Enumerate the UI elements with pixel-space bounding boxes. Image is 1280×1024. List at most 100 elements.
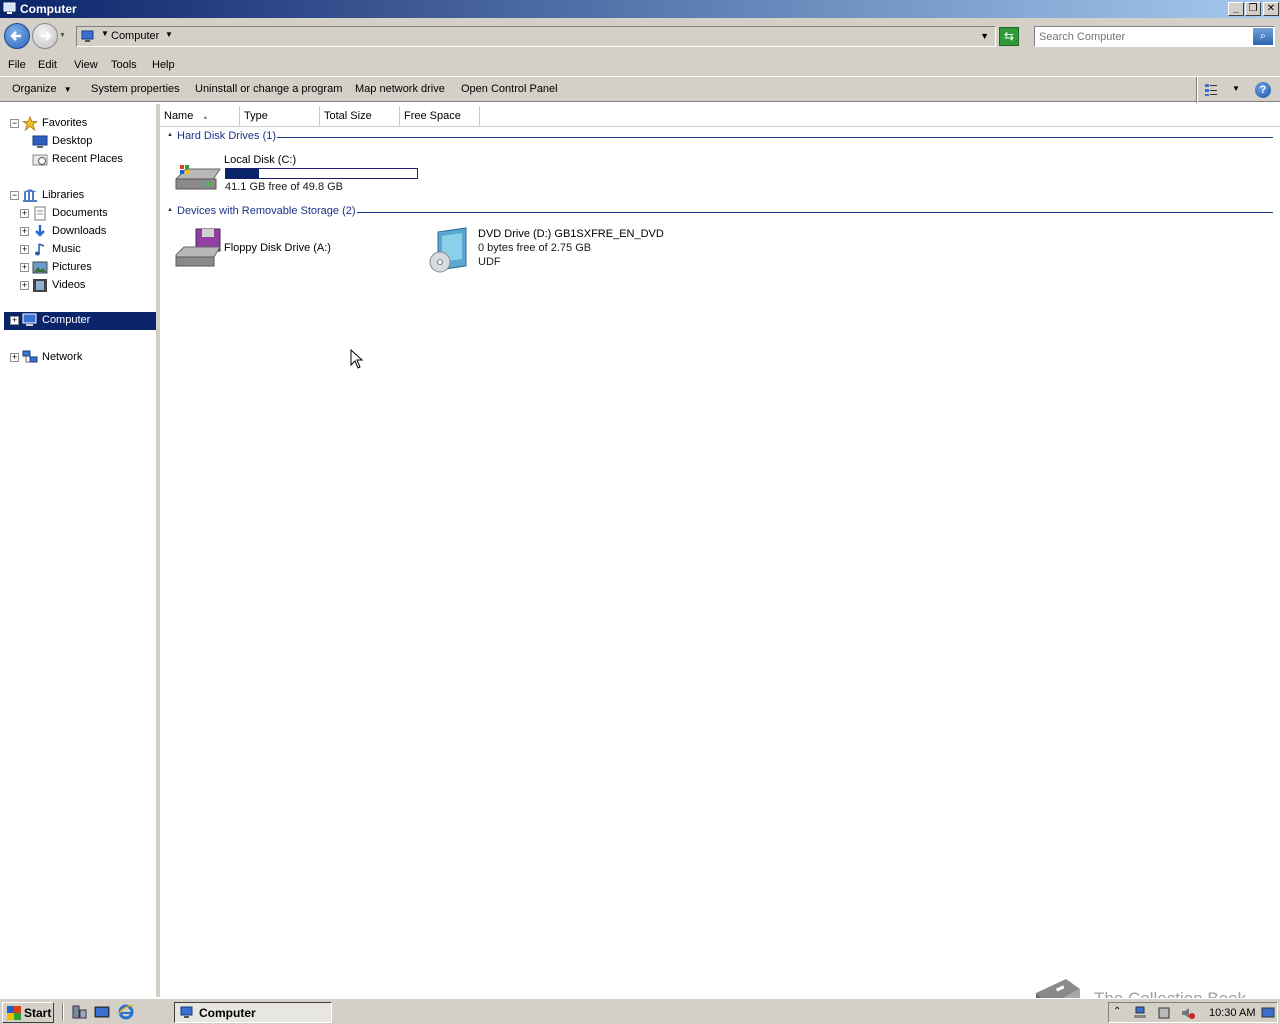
help-icon[interactable]: ? bbox=[1255, 82, 1271, 98]
nav-libraries-label: Libraries bbox=[42, 189, 85, 201]
change-view-icon[interactable] bbox=[1204, 83, 1218, 97]
server-manager-icon[interactable] bbox=[71, 1004, 87, 1020]
drive-dvd-d[interactable]: DVD Drive (D:) GB1SXFRE_EN_DVD 0 bytes f… bbox=[428, 224, 688, 274]
organize-button[interactable]: Organize ▼ bbox=[12, 83, 72, 95]
collapse-icon[interactable]: − bbox=[10, 191, 19, 200]
menu-edit[interactable]: Edit bbox=[38, 59, 57, 71]
nav-pictures[interactable]: + Pictures bbox=[0, 259, 157, 277]
group-hard-disk-drives[interactable]: ▲ Hard Disk Drives (1) bbox=[167, 130, 1273, 144]
action-center-icon[interactable] bbox=[1157, 1006, 1171, 1020]
group-removable-storage[interactable]: ▲ Devices with Removable Storage (2) bbox=[167, 205, 1273, 219]
menu-bar: File Edit View Tools Help bbox=[0, 56, 1280, 76]
nav-recent-places[interactable]: Recent Places bbox=[0, 151, 157, 169]
breadcrumb-computer[interactable]: Computer bbox=[111, 30, 159, 42]
taskbar-divider bbox=[62, 1003, 64, 1021]
forward-button[interactable] bbox=[32, 23, 58, 49]
refresh-button[interactable]: ⇆ bbox=[999, 27, 1019, 46]
pictures-icon bbox=[32, 261, 48, 274]
breadcrumb-dropdown-icon[interactable]: ▼ bbox=[165, 30, 173, 39]
search-box[interactable]: ⌕ bbox=[1034, 26, 1275, 47]
close-button[interactable]: ✕ bbox=[1263, 2, 1279, 16]
back-button[interactable] bbox=[4, 23, 30, 49]
search-input[interactable] bbox=[1039, 29, 1249, 44]
computer-icon bbox=[22, 313, 37, 326]
drive-c-free-space: 41.1 GB free of 49.8 GB bbox=[225, 181, 344, 193]
drive-c-usage-bar bbox=[225, 168, 418, 179]
toolbar-divider bbox=[1196, 77, 1198, 103]
restore-button[interactable]: ❐ bbox=[1245, 2, 1261, 16]
recent-pages-dropdown-icon[interactable]: ▼ bbox=[59, 32, 66, 39]
drive-d-filesystem: UDF bbox=[478, 256, 501, 268]
volume-muted-icon[interactable] bbox=[1181, 1006, 1195, 1020]
start-label: Start bbox=[24, 1006, 52, 1020]
nav-music[interactable]: + Music bbox=[0, 241, 157, 259]
column-header-name[interactable]: Name ▲ bbox=[160, 106, 240, 127]
collapse-group-icon[interactable]: ▲ bbox=[167, 207, 173, 213]
expand-icon[interactable]: + bbox=[10, 316, 19, 325]
nav-libraries[interactable]: − Libraries bbox=[0, 187, 157, 205]
group-hdd-label: Hard Disk Drives (1) bbox=[177, 130, 277, 142]
nav-videos-label: Videos bbox=[52, 279, 86, 291]
libraries-icon bbox=[23, 189, 37, 202]
recent-places-icon bbox=[32, 154, 48, 166]
column-header-total-size[interactable]: Total Size bbox=[320, 106, 400, 127]
drive-local-disk-c[interactable]: Local Disk (C:) 41.1 GB free of 49.8 GB bbox=[174, 152, 424, 194]
view-options-dropdown-icon[interactable]: ▼ bbox=[1232, 84, 1240, 93]
address-bar[interactable]: ▼ Computer ▼ ▼ bbox=[76, 26, 996, 47]
nav-favorites-label: Favorites bbox=[42, 117, 88, 129]
search-button[interactable]: ⌕ bbox=[1253, 28, 1273, 45]
expand-icon[interactable]: + bbox=[20, 263, 29, 272]
system-properties-button[interactable]: System properties bbox=[91, 83, 180, 95]
nav-computer[interactable]: + Computer bbox=[4, 312, 156, 330]
title-bar: Computer _ ❐ ✕ bbox=[0, 0, 1280, 18]
command-prompt-icon[interactable] bbox=[94, 1004, 110, 1020]
expand-icon[interactable]: + bbox=[20, 245, 29, 254]
show-hidden-icons-icon[interactable]: ⌃ bbox=[1113, 1006, 1127, 1020]
minimize-button[interactable]: _ bbox=[1228, 2, 1244, 16]
expand-icon[interactable]: + bbox=[20, 209, 29, 218]
organize-label: Organize bbox=[12, 83, 57, 95]
chevron-down-icon: ▼ bbox=[63, 85, 72, 94]
address-history-dropdown-icon[interactable]: ▼ bbox=[980, 31, 989, 41]
command-bar: Organize ▼ System properties Uninstall o… bbox=[0, 76, 1280, 103]
menu-tools[interactable]: Tools bbox=[111, 59, 137, 71]
nav-downloads-label: Downloads bbox=[52, 225, 107, 237]
map-network-drive-button[interactable]: Map network drive bbox=[355, 83, 445, 95]
music-icon bbox=[35, 243, 45, 256]
nav-favorites[interactable]: − Favorites bbox=[0, 115, 157, 133]
menu-view[interactable]: View bbox=[74, 59, 98, 71]
network-icon bbox=[22, 350, 38, 363]
expand-icon[interactable]: + bbox=[20, 281, 29, 290]
computer-icon bbox=[81, 30, 94, 42]
nav-network[interactable]: + Network bbox=[0, 349, 157, 367]
expand-icon[interactable]: + bbox=[10, 353, 19, 362]
network-tray-icon[interactable] bbox=[1133, 1006, 1147, 1020]
taskbar-button-computer[interactable]: Computer bbox=[174, 1002, 332, 1023]
collapse-group-icon[interactable]: ▲ bbox=[167, 132, 173, 138]
start-button[interactable]: Start bbox=[2, 1002, 54, 1023]
back-arrow-icon bbox=[10, 31, 21, 41]
column-header-free-space[interactable]: Free Space bbox=[400, 106, 480, 127]
column-header-type[interactable]: Type bbox=[240, 106, 320, 127]
collapse-icon[interactable]: − bbox=[10, 119, 19, 128]
nav-desktop[interactable]: Desktop bbox=[0, 133, 157, 151]
clock[interactable]: 10:30 AM bbox=[1209, 1007, 1255, 1019]
navigation-pane: − Favorites Desktop Recent Places − Libr… bbox=[0, 104, 157, 997]
menu-help[interactable]: Help bbox=[152, 59, 175, 71]
nav-network-label: Network bbox=[42, 351, 83, 363]
open-control-panel-button[interactable]: Open Control Panel bbox=[461, 83, 558, 95]
drive-c-name: Local Disk (C:) bbox=[224, 154, 297, 166]
documents-icon bbox=[34, 206, 46, 221]
show-desktop-icon[interactable] bbox=[1261, 1006, 1275, 1020]
menu-file[interactable]: File bbox=[8, 59, 26, 71]
internet-explorer-icon[interactable] bbox=[118, 1004, 134, 1020]
nav-downloads[interactable]: + Downloads bbox=[0, 223, 157, 241]
column-headers: Name ▲ Type Total Size Free Space bbox=[160, 106, 1280, 127]
drive-floppy-a[interactable]: Floppy Disk Drive (A:) bbox=[174, 227, 394, 271]
breadcrumb-separator-icon[interactable]: ▼ bbox=[101, 29, 109, 38]
nav-documents[interactable]: + Documents bbox=[0, 205, 157, 223]
uninstall-program-button[interactable]: Uninstall or change a program bbox=[195, 83, 342, 95]
nav-videos[interactable]: + Videos bbox=[0, 277, 157, 295]
expand-icon[interactable]: + bbox=[20, 227, 29, 236]
group-removable-label: Devices with Removable Storage (2) bbox=[177, 205, 356, 217]
